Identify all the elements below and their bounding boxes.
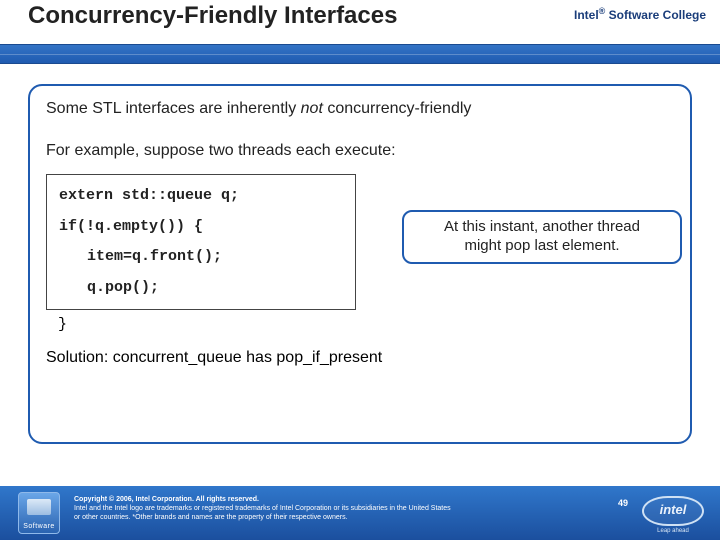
code-box: extern std::queue q; if(!q.empty()) { it… xyxy=(46,174,356,310)
content-box: Some STL interfaces are inherently not c… xyxy=(28,84,692,444)
callout-line-1: At this instant, another thread xyxy=(412,218,672,237)
badge-chip-icon xyxy=(27,499,51,515)
code-blank-3 xyxy=(59,269,343,277)
code-l4: q.pop(); xyxy=(59,277,343,300)
intro-line-1: Some STL interfaces are inherently not c… xyxy=(46,100,674,118)
footer-copyright: Copyright © 2006, Intel Corporation. All… xyxy=(74,496,600,522)
logo-tagline: Leap ahead xyxy=(642,528,704,534)
callout: At this instant, another thread might po… xyxy=(402,210,682,264)
badge-label: Software xyxy=(23,523,55,530)
solution-line: Solution: concurrent_queue has pop_if_pr… xyxy=(46,349,674,367)
code-l1: extern std::queue q; xyxy=(59,187,239,204)
footer-badge: Software xyxy=(18,492,60,534)
footer: Software Copyright © 2006, Intel Corpora… xyxy=(0,486,720,540)
solution-mid: has xyxy=(242,349,277,366)
intro-line-2: For example, suppose two threads each ex… xyxy=(46,142,674,160)
solution-pre: Solution: xyxy=(46,349,113,366)
code-l3: item=q.front(); xyxy=(59,246,343,269)
page-title: Concurrency-Friendly Interfaces xyxy=(28,2,397,30)
code-l2: if(!q.empty()) { xyxy=(59,218,203,235)
code-blank-2 xyxy=(59,238,343,246)
page-number: 49 xyxy=(618,498,628,508)
logo-text: intel xyxy=(642,502,704,517)
code-l5: } xyxy=(58,316,674,333)
brand-suffix: Software College xyxy=(605,8,706,22)
title-area: Concurrency-Friendly Interfaces xyxy=(28,2,397,30)
solution-api-2: pop_if_present xyxy=(276,349,382,366)
header-strip-highlight xyxy=(0,54,720,55)
intro-pre: Some STL interfaces are inherently xyxy=(46,100,301,117)
brand-name: Intel xyxy=(574,8,599,22)
intel-logo: intel Leap ahead xyxy=(642,494,704,532)
intro-not: not xyxy=(301,100,323,117)
copyright-line-1: Copyright © 2006, Intel Corporation. All… xyxy=(74,496,600,505)
copyright-line-2: Intel and the Intel logo are trademarks … xyxy=(74,505,600,514)
code-blank-1 xyxy=(59,208,343,216)
slide: Intel® Software College Concurrency-Frie… xyxy=(0,0,720,540)
solution-api-1: concurrent_queue xyxy=(113,349,242,366)
intro-post: concurrency-friendly xyxy=(323,100,472,117)
header-strip xyxy=(0,44,720,64)
copyright-line-3: or other countries. *Other brands and na… xyxy=(74,514,600,523)
code-wrap: extern std::queue q; if(!q.empty()) { it… xyxy=(46,174,674,333)
callout-line-2: might pop last element. xyxy=(412,237,672,256)
